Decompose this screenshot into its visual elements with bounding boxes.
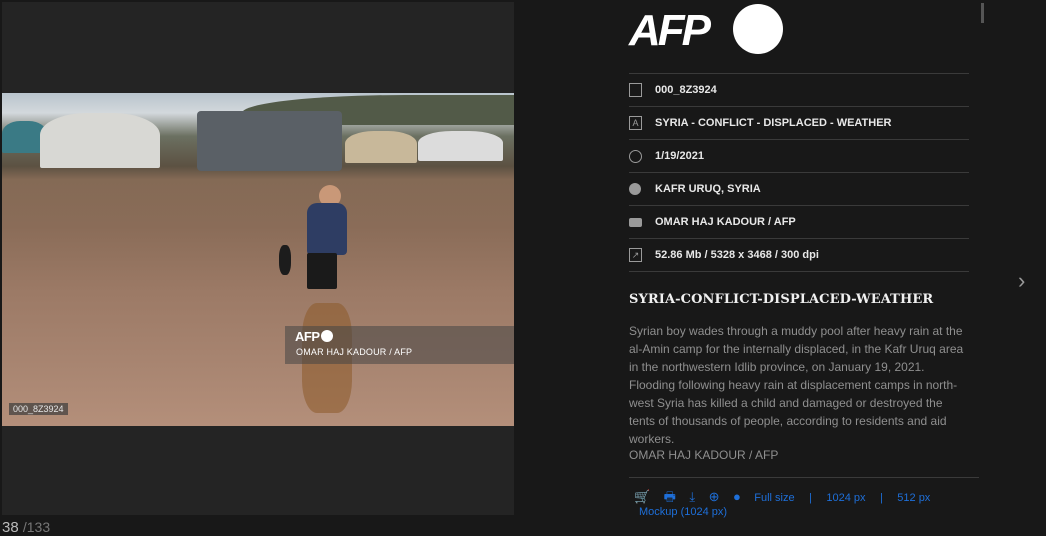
counter-total: /133	[22, 519, 51, 535]
meta-keywords: SYRIA - CONFLICT - DISPLACED - WEATHER	[655, 117, 892, 129]
meta-id: 000_8Z3924	[655, 84, 717, 96]
resize-icon: ↗	[629, 248, 655, 262]
main-photo[interactable]: AFP OMAR HAJ KADOUR / AFP 000_8Z3924	[2, 93, 514, 426]
zoom-icon[interactable]: ⊕	[709, 489, 720, 505]
photo-tent	[197, 111, 342, 171]
meta-keywords-row: A SYRIA - CONFLICT - DISPLACED - WEATHER	[629, 106, 969, 139]
photo-tent	[345, 131, 417, 163]
mockup-link[interactable]: Mockup (1024 px)	[639, 506, 727, 518]
photo-tent	[418, 131, 503, 161]
document-icon	[629, 83, 655, 97]
photo-bag	[279, 245, 291, 275]
meta-credit-row: OMAR HAJ KADOUR / AFP	[629, 205, 969, 238]
separator: |	[879, 492, 883, 504]
meta-location: KAFR URUQ, SYRIA	[655, 183, 761, 195]
watermark-credit: OMAR HAJ KADOUR / AFP	[296, 347, 413, 357]
download-icon[interactable]: ⤓	[689, 489, 695, 505]
1024px-link[interactable]: 1024 px	[826, 492, 865, 504]
cart-icon[interactable]: 🛒	[634, 489, 650, 505]
meta-date-row: 1/19/2021	[629, 139, 969, 172]
meta-file-info: 52.86 Mb / 5328 x 3468 / 300 dpi	[655, 249, 819, 261]
chevron-right-icon[interactable]: ›	[1018, 268, 1025, 294]
meta-credit: OMAR HAJ KADOUR / AFP	[655, 216, 796, 228]
photo-tent	[40, 113, 160, 168]
camera-icon	[629, 217, 655, 227]
globe-icon	[629, 183, 655, 195]
caption: Syrian boy wades through a muddy pool af…	[629, 324, 964, 446]
photo-watermark: AFP OMAR HAJ KADOUR / AFP	[285, 326, 514, 364]
clock-icon	[629, 149, 655, 163]
caption-credit: OMAR HAJ KADOUR / AFP	[629, 448, 779, 462]
web-icon[interactable]: ●	[733, 489, 741, 504]
metadata-list: 000_8Z3924 A SYRIA - CONFLICT - DISPLACE…	[629, 73, 969, 272]
photo-id-badge: 000_8Z3924	[9, 403, 68, 415]
watermark-logo: AFP	[295, 329, 333, 344]
photo-child-jacket	[307, 203, 347, 255]
counter-current: 38	[2, 519, 19, 536]
scrollbar[interactable]	[981, 3, 984, 23]
meta-file-row: ↗ 52.86 Mb / 5328 x 3468 / 300 dpi	[629, 238, 969, 272]
full-size-link[interactable]: Full size	[754, 492, 794, 504]
separator: |	[809, 492, 812, 504]
logo-dot	[733, 4, 783, 54]
meta-date: 1/19/2021	[655, 150, 704, 162]
text-icon: A	[629, 116, 655, 130]
preview-panel: AFP OMAR HAJ KADOUR / AFP 000_8Z3924	[2, 2, 514, 515]
photo-counter: 38 /133	[2, 519, 50, 536]
photo-child-legs	[307, 253, 337, 289]
logo-text: AFP	[629, 6, 711, 55]
meta-location-row: KAFR URUQ, SYRIA	[629, 172, 969, 205]
divider	[629, 477, 979, 478]
meta-id-row: 000_8Z3924	[629, 73, 969, 106]
headline: SYRIA-CONFLICT-DISPLACED-WEATHER	[629, 292, 934, 307]
512px-link[interactable]: 512 px	[897, 492, 930, 504]
